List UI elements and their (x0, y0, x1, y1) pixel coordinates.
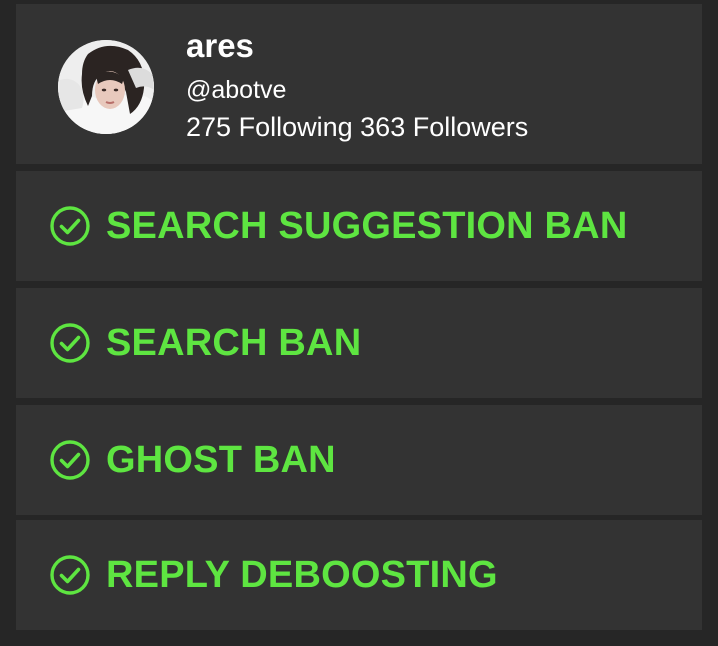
check-label: SEARCH BAN (106, 322, 362, 364)
check-circle-icon (49, 322, 91, 364)
followers-count: 363 (360, 112, 406, 142)
followers-label: Followers (412, 112, 529, 142)
user-handle: @abotve (186, 76, 287, 104)
profile-card: ares @abotve 275 Following 363 Followers (16, 4, 702, 164)
check-label: GHOST BAN (106, 439, 336, 481)
display-name: ares (186, 27, 254, 64)
avatar-photo (58, 40, 154, 134)
avatar (58, 40, 154, 134)
check-circle-icon (49, 554, 91, 596)
check-row-search-suggestion-ban: SEARCH SUGGESTION BAN (16, 171, 702, 281)
check-row-reply-deboosting: REPLY DEBOOSTING (16, 520, 702, 630)
check-circle-icon (49, 439, 91, 481)
following-count: 275 (186, 112, 232, 142)
follow-stats: 275 Following 363 Followers (186, 110, 528, 144)
check-row-search-ban: SEARCH BAN (16, 288, 702, 398)
check-circle-icon (49, 205, 91, 247)
check-row-ghost-ban: GHOST BAN (16, 405, 702, 515)
check-label: SEARCH SUGGESTION BAN (106, 205, 628, 247)
check-label: REPLY DEBOOSTING (106, 554, 498, 596)
shadowban-results: ares @abotve 275 Following 363 Followers… (0, 0, 718, 646)
following-label: Following (238, 112, 353, 142)
